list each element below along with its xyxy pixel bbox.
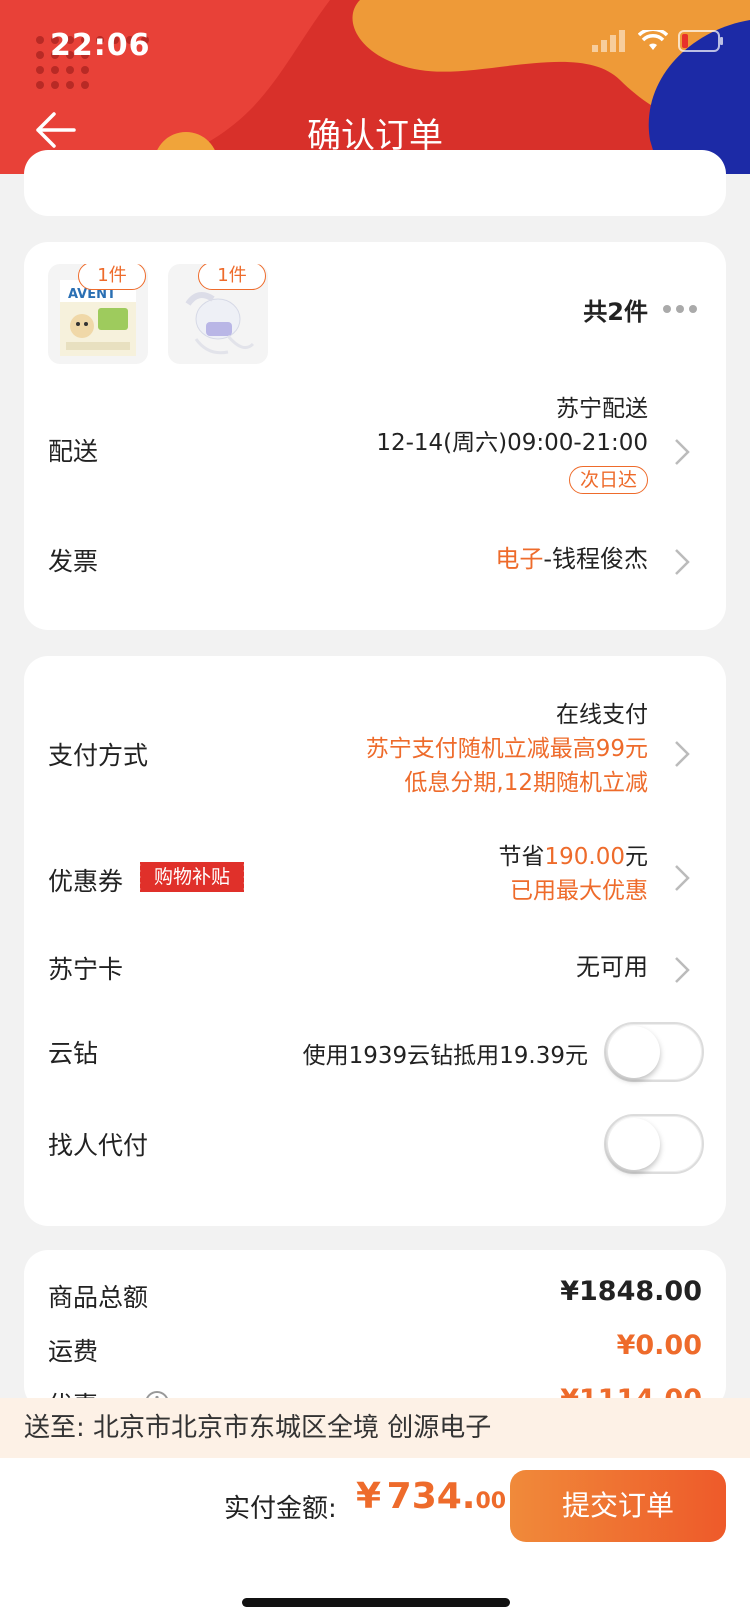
submit-order-button[interactable]: 提交订单 [510,1470,726,1542]
invoice-type: 电子 [495,545,544,573]
status-time: 22:06 [50,28,151,63]
coupon-label: 优惠券 [48,867,124,896]
subsidy-tag: 购物补贴 [137,862,245,892]
suning-card-label: 苏宁卡 [48,955,124,984]
payment-method-row[interactable]: 支付方式 在线支付 苏宁支付随机立减最高99元 低息分期,12期随机立减 [24,698,726,808]
coupon-row[interactable]: 优惠券 购物补贴 节省190.00元 已用最大优惠 [24,840,726,916]
cloud-diamond-label: 云钻 [48,1039,99,1068]
delivery-provider: 苏宁配送 [556,396,648,422]
payment-promo-2: 低息分期,12期随机立减 [404,770,648,796]
pay-amount: ¥ 734.00 [356,1476,506,1517]
delivery-time: 12-14(周六)09:00-21:00 [376,430,648,456]
summary-card: 商品总额 ¥1848.00 运费 ¥0.00 优惠 -¥1114.00 [24,1250,726,1420]
proxy-pay-toggle[interactable] [604,1114,704,1174]
amount-integer: 734. [386,1476,476,1517]
home-indicator[interactable] [242,1598,510,1607]
suning-card-value: 无可用 [576,953,648,981]
shipping-label: 运费 [48,1337,99,1366]
chevron-right-icon [674,956,690,984]
toggle-knob [608,1118,660,1170]
payment-info: 在线支付 苏宁支付随机立减最高99元 低息分期,12期随机立减 [366,698,648,800]
delivery-label: 配送 [48,437,99,466]
order-items-card: AVENT 1件 1件 共2件 配送 苏宁配送 12-14(周六)09:00-2… [24,242,726,630]
coupon-note: 已用最大优惠 [510,878,648,904]
delivery-row[interactable]: 配送 苏宁配送 12-14(周六)09:00-21:00 次日达 [24,392,726,512]
chevron-right-icon [674,438,690,466]
goods-total-value: ¥1848.00 [560,1276,702,1307]
battery-icon [678,30,723,52]
more-dots-icon[interactable] [662,304,698,314]
wifi-icon [638,30,668,50]
next-day-badge: 次日达 [568,466,648,494]
coupon-save-prefix: 节省 [498,844,545,870]
chevron-right-icon [674,740,690,768]
coupon-save-amount: 190.00 [544,844,625,870]
invoice-row[interactable]: 发票 电子-钱程俊杰 [24,538,726,588]
invoice-value: 电子-钱程俊杰 [495,542,648,576]
cloud-diamond-toggle[interactable] [604,1022,704,1082]
product-thumb-pump[interactable]: 1件 [168,264,268,364]
cloud-diamond-row: 云钻 使用1939云钻抵用19.39元 [24,1016,726,1086]
toggle-knob [608,1026,660,1078]
delivery-info: 苏宁配送 12-14(周六)09:00-21:00 次日达 [376,392,648,496]
payment-method: 在线支付 [556,702,648,728]
payment-label: 支付方式 [48,741,149,770]
invoice-separator: - [543,545,552,573]
product-thumb-formula[interactable]: AVENT 1件 [48,264,148,364]
delivery-address-bar[interactable]: 送至: 北京市北京市东城区全境 创源电子 [0,1398,750,1458]
goods-total-label: 商品总额 [48,1283,149,1312]
pay-amount-label: 实付金额: [224,1494,337,1524]
signal-icon [592,30,625,52]
cloud-diamond-value: 使用1939云钻抵用19.39元 [302,1043,588,1069]
qty-badge: 1件 [198,264,266,290]
amount-decimal: 00 [475,1489,507,1514]
shipping-value: ¥0.00 [616,1330,702,1361]
items-count: 共2件 [583,298,648,326]
proxy-pay-label: 找人代付 [48,1131,149,1160]
invoice-name: 钱程俊杰 [552,545,648,573]
chevron-right-icon [674,548,690,576]
proxy-pay-row: 找人代付 [24,1108,726,1178]
chevron-right-icon [674,864,690,892]
header: 22:06 确认订单 [0,0,750,174]
coupon-save-suffix: 元 [625,844,648,870]
currency-symbol: ¥ [356,1476,382,1517]
status-icons [592,30,724,52]
previous-card [24,150,726,216]
qty-badge: 1件 [78,264,146,290]
invoice-label: 发票 [48,547,99,576]
payment-card: 支付方式 在线支付 苏宁支付随机立减最高99元 低息分期,12期随机立减 优惠券… [24,656,726,1226]
suning-card-row[interactable]: 苏宁卡 无可用 [24,948,726,988]
bottom-bar: 实付金额: ¥ 734.00 提交订单 [0,1458,750,1624]
payment-promo-1: 苏宁支付随机立减最高99元 [365,736,648,762]
coupon-info: 节省190.00元 已用最大优惠 [499,840,648,908]
